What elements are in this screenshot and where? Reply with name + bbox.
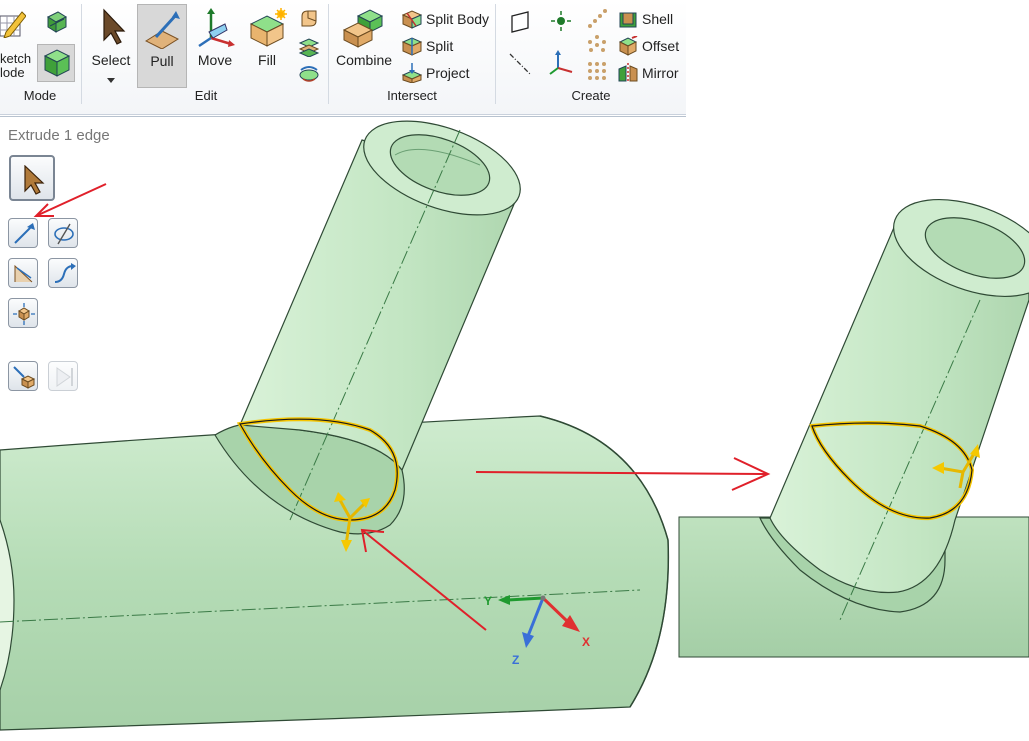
axis-button[interactable] bbox=[508, 52, 531, 75]
section-mode-button[interactable] bbox=[44, 10, 68, 33]
project-icon bbox=[402, 63, 422, 83]
circular-pattern-icon bbox=[588, 35, 606, 52]
section-mode-icon bbox=[46, 11, 68, 33]
sketch-mode-label-line1: ketch bbox=[0, 51, 32, 66]
linear-pattern-icon bbox=[588, 9, 607, 28]
complete-tool-guide bbox=[48, 361, 78, 391]
sketch-pencil-icon bbox=[0, 11, 27, 39]
project-label: Project bbox=[426, 65, 470, 81]
offset-label: Offset bbox=[642, 38, 680, 54]
edit-group-label: Edit bbox=[194, 88, 218, 103]
pull-button[interactable]: Pull bbox=[137, 4, 187, 88]
group-separator bbox=[81, 4, 82, 104]
move-icon bbox=[198, 8, 235, 48]
intersect-group-label: Intersect bbox=[387, 88, 437, 103]
sketch-mode-button[interactable] bbox=[0, 8, 27, 40]
pattern-grid-button[interactable] bbox=[586, 60, 608, 82]
play-forward-icon bbox=[56, 367, 73, 387]
scale-body-tool-guide[interactable] bbox=[8, 298, 38, 328]
up-to-tool-guide[interactable] bbox=[8, 258, 38, 288]
y-axis-label: Y bbox=[484, 594, 492, 608]
chevron-down-icon bbox=[107, 78, 115, 83]
pattern-circular-button[interactable] bbox=[586, 34, 608, 56]
project-button[interactable]: Project bbox=[402, 61, 470, 85]
tweak-face-button[interactable] bbox=[298, 62, 320, 84]
shell-icon bbox=[619, 12, 637, 28]
blend-button[interactable] bbox=[298, 8, 320, 30]
axis-line-icon bbox=[509, 53, 531, 75]
replace-button[interactable] bbox=[298, 35, 320, 58]
pattern-linear-button[interactable] bbox=[586, 8, 608, 30]
3d-mode-icon bbox=[43, 49, 71, 77]
select-label: Select bbox=[91, 52, 131, 68]
point-button[interactable] bbox=[550, 10, 572, 32]
replace-icon bbox=[298, 38, 320, 58]
plane-icon bbox=[511, 11, 529, 33]
fill-button[interactable]: Fill bbox=[242, 4, 292, 88]
mode-group-label: Mode bbox=[23, 88, 57, 103]
mirror-icon bbox=[618, 63, 638, 83]
pull-icon bbox=[144, 11, 180, 49]
pull-options-tool-guide[interactable] bbox=[8, 361, 38, 391]
move-button[interactable]: Move bbox=[190, 4, 240, 88]
tool-panel-title: Extrude 1 edge bbox=[8, 127, 110, 144]
sketch-mode-label-line2: lode bbox=[0, 65, 25, 80]
shell-button[interactable]: Shell bbox=[618, 7, 673, 31]
pull-options-icon bbox=[13, 366, 36, 389]
offset-button[interactable]: Offset bbox=[618, 34, 679, 58]
pull-label: Pull bbox=[150, 53, 174, 69]
combine-label: Combine bbox=[335, 52, 393, 68]
mirror-button[interactable]: Mirror bbox=[618, 61, 679, 85]
origin-triad-icon bbox=[549, 50, 573, 75]
create-group-label: Create bbox=[571, 88, 611, 103]
fill-icon bbox=[249, 8, 287, 47]
group-separator bbox=[328, 4, 329, 104]
tweak-face-icon bbox=[299, 66, 319, 82]
sweep-icon bbox=[54, 263, 76, 283]
combine-icon bbox=[342, 9, 384, 48]
split-icon bbox=[402, 37, 422, 56]
up-to-icon bbox=[14, 264, 33, 283]
offset-icon bbox=[618, 36, 638, 56]
scale-body-icon bbox=[13, 303, 35, 325]
mirror-label: Mirror bbox=[642, 65, 679, 81]
fill-label: Fill bbox=[258, 52, 276, 68]
plane-button[interactable] bbox=[508, 10, 530, 33]
x-axis-label: X bbox=[582, 635, 590, 649]
sweep-tool-guide[interactable] bbox=[48, 258, 78, 288]
split-label: Split bbox=[426, 38, 454, 54]
point-icon bbox=[551, 11, 571, 31]
blend-icon bbox=[301, 10, 317, 27]
combine-button[interactable]: Combine bbox=[334, 4, 394, 88]
split-button[interactable]: Split bbox=[402, 34, 453, 58]
z-axis-label: Z bbox=[512, 653, 519, 667]
split-body-label: Split Body bbox=[426, 11, 490, 27]
result-preview-model bbox=[678, 198, 1029, 658]
grid-pattern-icon bbox=[588, 62, 606, 80]
shell-label: Shell bbox=[642, 11, 674, 27]
origin-button[interactable] bbox=[548, 50, 573, 75]
select-arrow-icon bbox=[103, 8, 126, 45]
move-label: Move bbox=[197, 52, 233, 68]
3d-mode-button[interactable] bbox=[37, 44, 75, 82]
split-body-button[interactable]: Split Body bbox=[402, 7, 489, 31]
select-button[interactable]: Select bbox=[86, 4, 136, 88]
ribbon-toolbar: ketch lode Mode Select Pull Move Fill Ed… bbox=[0, 0, 686, 115]
3d-viewport[interactable]: Y X Z bbox=[0, 117, 1029, 741]
sketch-mode-label: ketch lode bbox=[0, 52, 31, 80]
split-body-icon bbox=[402, 10, 422, 29]
guide-pointer-arrow bbox=[33, 183, 107, 217]
